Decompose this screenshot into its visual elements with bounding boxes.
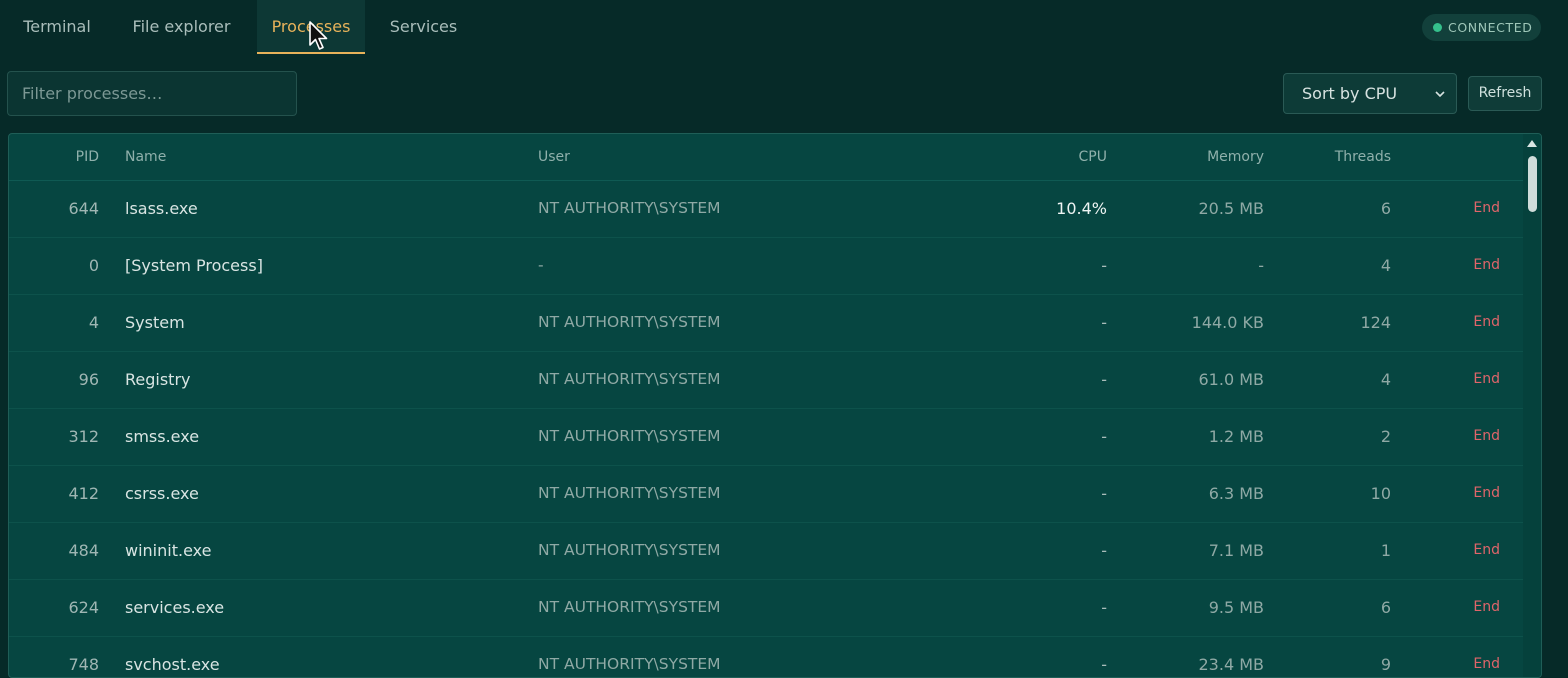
cell-memory: 61.0 MB (1198, 370, 1265, 389)
cell-pid: 0 (88, 256, 99, 275)
cell-memory: 7.1 MB (1208, 541, 1264, 560)
end-process-button[interactable]: End (1473, 636, 1500, 677)
table-row[interactable]: 748 svchost.exe NT AUTHORITY\SYSTEM - 23… (9, 636, 1524, 677)
cell-pid: 312 (68, 427, 99, 446)
column-header-user[interactable]: User (538, 134, 570, 180)
column-header-cpu[interactable]: CPU (1079, 134, 1107, 180)
end-process-button[interactable]: End (1473, 294, 1500, 351)
cell-pid: 624 (68, 598, 99, 617)
table-row[interactable]: 4 System NT AUTHORITY\SYSTEM - 144.0 KB … (9, 294, 1524, 352)
table-row[interactable]: 624 services.exe NT AUTHORITY\SYSTEM - 9… (9, 579, 1524, 637)
scroll-up-arrow-icon[interactable] (1527, 140, 1537, 147)
sort-select[interactable]: Sort by CPU (1283, 73, 1457, 114)
cell-name: [System Process] (125, 256, 263, 275)
cell-memory: 1.2 MB (1208, 427, 1264, 446)
end-process-button[interactable]: End (1473, 180, 1500, 237)
table-header: PID Name User CPU Memory Threads (9, 134, 1524, 181)
cell-pid: 644 (68, 199, 99, 218)
cell-name: csrss.exe (125, 484, 199, 503)
column-header-pid[interactable]: PID (76, 134, 99, 180)
cell-threads: 4 (1380, 370, 1391, 389)
cell-name: System (125, 313, 185, 332)
table-row[interactable]: 0 [System Process] - - - 4 End (9, 237, 1524, 295)
cell-memory: 144.0 KB (1191, 313, 1264, 332)
cell-name: svchost.exe (125, 655, 220, 674)
column-header-name[interactable]: Name (125, 134, 166, 180)
table-row[interactable]: 96 Registry NT AUTHORITY\SYSTEM - 61.0 M… (9, 351, 1524, 409)
cell-name: lsass.exe (125, 199, 198, 218)
table-row[interactable]: 412 csrss.exe NT AUTHORITY\SYSTEM - 6.3 … (9, 465, 1524, 523)
cell-cpu: - (1101, 484, 1107, 503)
refresh-button[interactable]: Refresh (1468, 76, 1542, 111)
cell-name: smss.exe (125, 427, 200, 446)
cell-pid: 412 (68, 484, 99, 503)
cell-user: NT AUTHORITY\SYSTEM (538, 427, 721, 445)
cell-memory: 6.3 MB (1208, 484, 1264, 503)
cell-pid: 96 (78, 370, 99, 389)
filter-processes-input[interactable] (7, 71, 297, 116)
mouse-pointer-icon (309, 21, 328, 50)
tab-services[interactable]: Services (378, 0, 469, 53)
cell-threads: 6 (1380, 598, 1391, 617)
cell-cpu: - (1101, 598, 1107, 617)
end-process-button[interactable]: End (1473, 522, 1500, 579)
cell-user: NT AUTHORITY\SYSTEM (538, 598, 721, 616)
cell-user: - (538, 256, 544, 274)
end-process-button[interactable]: End (1473, 351, 1500, 408)
cell-name: wininit.exe (125, 541, 212, 560)
cell-cpu: - (1101, 427, 1107, 446)
cell-memory: 23.4 MB (1198, 655, 1265, 674)
status-dot-icon (1433, 23, 1442, 32)
end-process-button[interactable]: End (1473, 579, 1500, 636)
table-row[interactable]: 312 smss.exe NT AUTHORITY\SYSTEM - 1.2 M… (9, 408, 1524, 466)
cell-threads: 4 (1380, 256, 1391, 275)
cell-threads: 9 (1380, 655, 1391, 674)
end-process-button[interactable]: End (1473, 465, 1500, 522)
cell-cpu: - (1101, 313, 1107, 332)
chevron-down-icon (1435, 91, 1445, 98)
cell-user: NT AUTHORITY\SYSTEM (538, 370, 721, 388)
cell-user: NT AUTHORITY\SYSTEM (538, 541, 721, 559)
cell-cpu: 10.4% (1056, 199, 1107, 218)
sort-select-value: Sort by CPU (1302, 84, 1398, 103)
cell-memory: 9.5 MB (1208, 598, 1264, 617)
cell-threads: 2 (1380, 427, 1391, 446)
cell-memory: 20.5 MB (1198, 199, 1265, 218)
end-process-button[interactable]: End (1473, 237, 1500, 294)
tab-bar: Terminal File explorer Processes Service… (0, 0, 1568, 55)
cell-name: Registry (125, 370, 191, 389)
cell-cpu: - (1101, 655, 1107, 674)
tab-terminal[interactable]: Terminal (8, 0, 106, 53)
column-header-memory[interactable]: Memory (1207, 134, 1264, 180)
connection-status-badge: CONNECTED (1422, 14, 1541, 41)
cell-cpu: - (1101, 541, 1107, 560)
cell-name: services.exe (125, 598, 225, 617)
cell-user: NT AUTHORITY\SYSTEM (538, 655, 721, 673)
cell-memory: - (1258, 256, 1264, 275)
cell-cpu: - (1101, 370, 1107, 389)
cell-user: NT AUTHORITY\SYSTEM (538, 199, 721, 217)
cell-pid: 4 (88, 313, 99, 332)
table-row[interactable]: 644 lsass.exe NT AUTHORITY\SYSTEM 10.4% … (9, 180, 1524, 238)
cell-threads: 1 (1380, 541, 1391, 560)
cell-user: NT AUTHORITY\SYSTEM (538, 484, 721, 502)
connection-status-label: CONNECTED (1448, 20, 1533, 35)
cell-threads: 10 (1370, 484, 1391, 503)
cell-threads: 124 (1360, 313, 1391, 332)
scrollbar-thumb[interactable] (1528, 156, 1537, 212)
cell-user: NT AUTHORITY\SYSTEM (538, 313, 721, 331)
table-scrollbar[interactable] (1523, 134, 1541, 677)
cell-cpu: - (1101, 256, 1107, 275)
process-table: PID Name User CPU Memory Threads 644 lsa… (8, 133, 1542, 678)
tab-file-explorer[interactable]: File explorer (120, 0, 243, 53)
cell-threads: 6 (1380, 199, 1391, 218)
cell-pid: 748 (68, 655, 99, 674)
column-header-threads[interactable]: Threads (1335, 134, 1391, 180)
table-row[interactable]: 484 wininit.exe NT AUTHORITY\SYSTEM - 7.… (9, 522, 1524, 580)
cell-pid: 484 (68, 541, 99, 560)
end-process-button[interactable]: End (1473, 408, 1500, 465)
